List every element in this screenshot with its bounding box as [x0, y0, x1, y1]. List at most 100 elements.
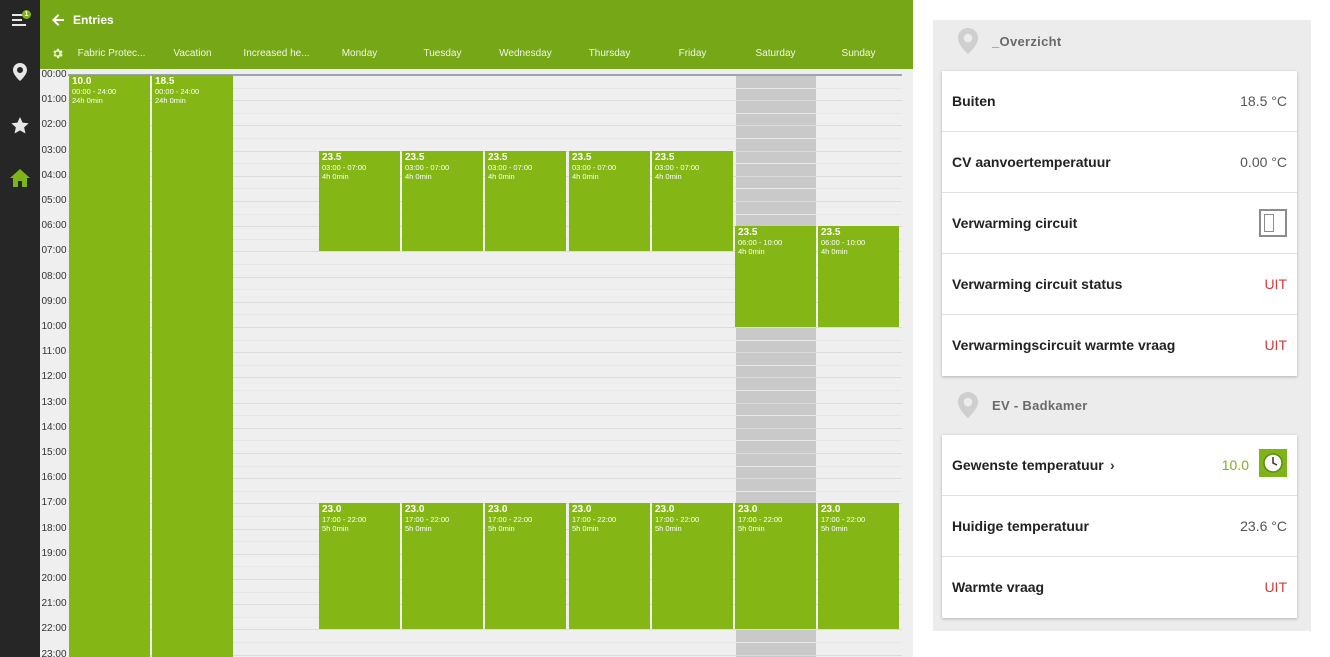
entry-time-range: 03:00 - 07:00: [322, 162, 367, 172]
device-row-warmte-vraag[interactable]: Verwarmingscircuit warmte vraag UIT: [942, 315, 1297, 376]
entry-time-range: 17:00 - 22:00: [738, 515, 783, 525]
entry-temperature: 23.5: [572, 151, 592, 163]
device-row-cv-aanvoer[interactable]: CV aanvoertemperatuur 0.00 °C: [942, 132, 1297, 193]
entry-time-range: 03:00 - 07:00: [405, 162, 450, 172]
column-header[interactable]: Fabric Protec...: [71, 48, 152, 62]
entry-temperature: 23.0: [572, 504, 592, 516]
schedule-entry[interactable]: 23.5 03:00 - 07:00 4h 0min: [319, 150, 400, 252]
entry-duration: 4h 0min: [821, 247, 848, 257]
circuit-toggle[interactable]: [1259, 209, 1287, 237]
entry-duration: 5h 0min: [405, 524, 432, 534]
entry-temperature: 23.0: [488, 504, 508, 516]
nav-locations[interactable]: [0, 52, 40, 92]
schedule-entry[interactable]: 23.5 03:00 - 07:00 4h 0min: [485, 150, 566, 252]
entry-temperature: 23.5: [405, 151, 425, 163]
group-header-overzicht: _Overzicht: [933, 20, 1311, 60]
schedule-entry[interactable]: 23.0 17:00 - 22:00 5h 0min: [818, 503, 899, 630]
device-value: 23.6 °C: [1240, 518, 1287, 534]
entry-temperature: 23.5: [488, 151, 508, 163]
hour-label: 10:00: [41, 321, 67, 332]
hour-label: 05:00: [41, 195, 67, 206]
gear-icon: [53, 48, 63, 59]
location-pin-icon: [13, 63, 27, 81]
column-header[interactable]: Thursday: [569, 48, 650, 62]
entry-time-range: 17:00 - 22:00: [322, 515, 367, 525]
device-label: Verwarming circuit: [952, 215, 1078, 231]
overzicht-card: Buiten 18.5 °C CV aanvoertemperatuur 0.0…: [942, 71, 1297, 376]
entry-duration: 24h 0min: [155, 96, 186, 105]
schedule-entry[interactable]: 23.5 06:00 - 10:00 4h 0min: [818, 226, 899, 327]
schedule-entry[interactable]: 23.0 17:00 - 22:00 5h 0min: [652, 503, 733, 630]
hour-label: 04:00: [41, 169, 67, 181]
star-icon: [11, 116, 29, 133]
schedule-entry[interactable]: 23.5 03:00 - 07:00 4h 0min: [652, 150, 733, 252]
schedule-entry[interactable]: 23.0 17:00 - 22:00 5h 0min: [735, 503, 816, 630]
chevron-right-icon[interactable]: ›: [1110, 457, 1115, 473]
location-pin-icon: [957, 392, 979, 418]
column-header[interactable]: Increased he...: [236, 48, 317, 62]
entry-duration: 4h 0min: [572, 171, 599, 181]
entry-time-range: 17:00 - 22:00: [655, 515, 700, 525]
column-header[interactable]: Vacation: [152, 48, 233, 62]
column-header[interactable]: Tuesday: [402, 48, 483, 62]
entry-time-range: 00:00 - 24:00: [72, 87, 117, 96]
column-header[interactable]: Sunday: [818, 48, 899, 62]
schedule-entry[interactable]: 23.0 17:00 - 22:00 5h 0min: [402, 503, 483, 630]
hour-label: 14:00: [41, 421, 67, 433]
device-row-circuit-status[interactable]: Verwarming circuit status UIT: [942, 254, 1297, 315]
group-title: EV - Badkamer: [992, 398, 1088, 413]
side-nav: 1: [0, 0, 40, 657]
toggle-knob: [1264, 214, 1274, 232]
schedule-entry[interactable]: 23.5 03:00 - 07:00 4h 0min: [569, 150, 650, 252]
device-label: Huidige temperatuur: [952, 518, 1089, 534]
setpoint-value: 10.0: [1221, 457, 1249, 473]
hour-label: 06:00: [41, 220, 67, 232]
clock-icon: [1263, 453, 1283, 473]
column-header[interactable]: Friday: [652, 48, 733, 62]
entry-temperature: 23.5: [322, 151, 342, 163]
schedule-entry[interactable]: 23.0 17:00 - 22:00 5h 0min: [569, 503, 650, 630]
column-header[interactable]: Wednesday: [485, 48, 566, 62]
device-row-huidige-temperatuur[interactable]: Huidige temperatuur 23.6 °C: [942, 496, 1297, 557]
schedule-entry[interactable]: 23.5 06:00 - 10:00 4h 0min: [735, 226, 816, 327]
schedule-entry[interactable]: 10.0 00:00 - 24:00 24h 0min: [69, 75, 150, 657]
device-label: Verwarmingscircuit warmte vraag: [952, 337, 1176, 353]
device-label: Gewenste temperatuur: [952, 457, 1104, 473]
entry-temperature: 23.0: [655, 504, 675, 516]
device-row-gewenste-temperatuur[interactable]: Gewenste temperatuur › 10.0: [942, 435, 1297, 496]
device-label: Warmte vraag: [952, 579, 1045, 595]
hour-label: 12:00: [41, 371, 67, 383]
hour-label: 19:00: [41, 547, 67, 559]
hour-label: 18:00: [41, 522, 67, 534]
column-header[interactable]: Monday: [319, 48, 400, 62]
page-title: Entries: [73, 13, 114, 27]
hour-label: 20:00: [41, 573, 67, 584]
home-icon: [10, 169, 30, 187]
column-header[interactable]: Saturday: [735, 48, 816, 62]
schedule-button[interactable]: [1259, 449, 1287, 477]
entry-time-range: 03:00 - 07:00: [488, 162, 533, 172]
schedule-entry[interactable]: 18.5 00:00 - 24:00 24h 0min: [152, 75, 233, 657]
nav-favorites[interactable]: [0, 105, 40, 145]
entry-duration: 4h 0min: [405, 171, 432, 181]
device-row-warmte-vraag[interactable]: Warmte vraag UIT: [942, 557, 1297, 618]
hour-label: 15:00: [41, 447, 67, 458]
device-row-buiten[interactable]: Buiten 18.5 °C: [942, 71, 1297, 132]
hour-label: 21:00: [41, 598, 67, 610]
group-title: _Overzicht: [992, 34, 1062, 49]
hour-label: 03:00: [41, 144, 67, 156]
schedule-entry[interactable]: 23.0 17:00 - 22:00 5h 0min: [319, 503, 400, 630]
hour-label: 07:00: [41, 245, 67, 257]
hour-label: 00:00: [41, 69, 67, 80]
settings-button[interactable]: [50, 46, 65, 61]
schedule-entry[interactable]: 23.5 03:00 - 07:00 4h 0min: [402, 150, 483, 252]
entry-temperature: 23.0: [821, 504, 841, 516]
nav-home[interactable]: [0, 158, 40, 198]
back-button[interactable]: [48, 10, 68, 30]
arrow-left-icon: [52, 14, 64, 26]
entry-duration: 5h 0min: [738, 524, 765, 534]
schedule-entry[interactable]: 23.0 17:00 - 22:00 5h 0min: [485, 503, 566, 630]
entry-temperature: 18.5: [155, 76, 175, 87]
menu-button[interactable]: 1: [0, 0, 40, 40]
device-value: 18.5 °C: [1240, 93, 1287, 109]
